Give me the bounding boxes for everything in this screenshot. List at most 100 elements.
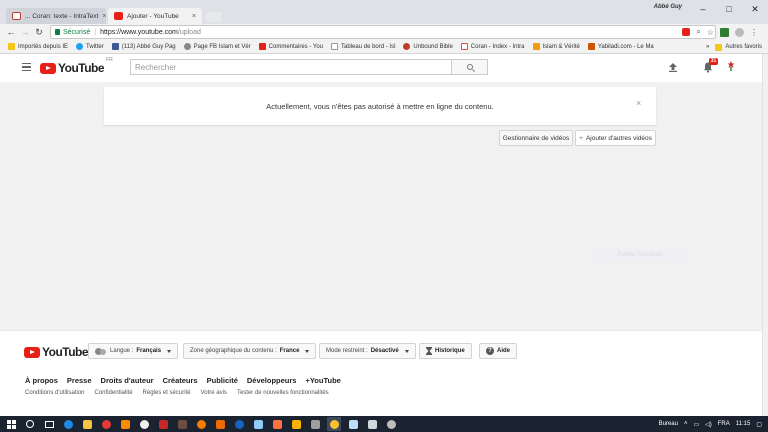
google-icon <box>183 43 191 50</box>
tab-coran[interactable]: ... Coran: texte - IntraText × <box>6 8 106 24</box>
language-indicator[interactable]: FRA <box>718 421 730 427</box>
extension-gray-icon[interactable] <box>735 27 744 37</box>
search-button[interactable] <box>452 59 488 75</box>
footer-link-developers[interactable]: Développeurs <box>247 376 297 385</box>
bookmark-item[interactable]: Commentaires - You <box>258 43 323 50</box>
footer-link-feedback[interactable]: Votre avis <box>201 390 227 396</box>
app-icon[interactable] <box>137 417 151 431</box>
search-input[interactable]: Rechercher <box>130 59 452 75</box>
chevron-down-icon <box>167 349 172 353</box>
help-button[interactable]: ? Aide <box>479 343 518 359</box>
tab-youtube-upload[interactable]: Ajouter - YouTube × <box>108 8 202 24</box>
new-tab-button[interactable] <box>206 12 222 22</box>
chrome-icon[interactable] <box>327 417 341 431</box>
guide-menu-icon[interactable] <box>22 63 31 71</box>
footer-secondary-links: Conditions d'utilisation Confidentialité… <box>25 390 329 396</box>
app-icon[interactable] <box>118 417 132 431</box>
windows-start-icon[interactable] <box>4 417 18 431</box>
content-region-picker-button[interactable]: Zone géographique du contenu : France <box>183 343 317 359</box>
secure-indicator[interactable]: Sécurisé <box>55 29 90 36</box>
desktop-label[interactable]: Bureau <box>659 421 678 427</box>
footer-link-advertise[interactable]: Publicité <box>207 376 238 385</box>
address-bar[interactable]: Sécurisé | https://www.youtube.com /uplo… <box>50 25 716 39</box>
app-icon[interactable] <box>156 417 170 431</box>
restricted-mode-button[interactable]: Mode restreint : Désactivé <box>319 343 416 359</box>
app-icon[interactable] <box>289 417 303 431</box>
bookmark-item[interactable]: Page FB Islam et Vér <box>183 43 251 50</box>
close-icon[interactable]: × <box>192 13 196 20</box>
chevron-up-icon[interactable]: ˄ <box>684 421 688 427</box>
footer-link-privacy[interactable]: Confidentialité <box>95 390 133 396</box>
video-manager-label: Gestionnaire de vidéos <box>502 134 570 142</box>
footer-link-about[interactable]: À propos <box>25 376 58 385</box>
bookmark-item[interactable]: Unbound Bible <box>403 43 453 50</box>
footer-primary-links: À propos Presse Droits d'auteur Créateur… <box>25 376 341 385</box>
app-icon[interactable] <box>194 417 208 431</box>
task-view-icon[interactable] <box>42 417 56 431</box>
app-icon[interactable] <box>346 417 360 431</box>
volume-icon[interactable]: ◁) <box>705 421 712 428</box>
upload-icon[interactable] <box>668 62 678 72</box>
alert-message: Actuellement, vous n'êtes pas autorisé à… <box>266 101 494 111</box>
app-icon[interactable] <box>232 417 246 431</box>
minimize-icon[interactable]: – <box>690 2 716 16</box>
bookmark-label: Importés depuis IE <box>18 43 69 50</box>
clock[interactable]: 11:15 <box>736 421 751 427</box>
back-icon[interactable]: ← <box>4 27 18 37</box>
history-button[interactable]: Historique <box>419 343 472 359</box>
bookmark-item[interactable]: Islam & Vérité <box>532 43 580 50</box>
bookmark-item[interactable]: Twitter <box>76 43 104 50</box>
bookmark-label: Autres favoris <box>725 44 762 50</box>
close-icon[interactable]: × <box>102 13 106 20</box>
app-icon[interactable] <box>308 417 322 431</box>
video-manager-button[interactable]: Gestionnaire de vidéos <box>499 130 573 146</box>
search-icon[interactable] <box>23 417 37 431</box>
help-label: Aide <box>497 348 511 354</box>
footer-youtube-logo[interactable]: YouTube <box>24 345 89 359</box>
bookmark-item[interactable]: Coran - Index - Intra <box>460 43 525 50</box>
language-icon <box>95 347 107 355</box>
footer-link-test-features[interactable]: Tester de nouvelles fonctionnalités <box>237 390 329 396</box>
user-avatar-icon <box>727 61 735 71</box>
add-more-videos-button[interactable]: + Ajouter d'autres vidéos <box>575 130 656 146</box>
footer-link-policy-safety[interactable]: Règles et sécurité <box>143 390 191 396</box>
app-icon[interactable] <box>213 417 227 431</box>
language-picker-button[interactable]: Langue : Français <box>88 343 179 359</box>
network-icon[interactable]: ▭ <box>693 421 699 428</box>
footer-link-creators[interactable]: Créateurs <box>163 376 198 385</box>
footer-link-press[interactable]: Presse <box>67 376 92 385</box>
profile-name[interactable]: Abbé Guy <box>654 4 682 10</box>
app-icon[interactable] <box>175 417 189 431</box>
app-icon[interactable] <box>384 417 398 431</box>
bookmarks-overflow-button[interactable]: » <box>706 44 709 50</box>
extension-green-icon[interactable] <box>720 27 729 37</box>
youtube-logo[interactable]: YouTube FR <box>40 57 113 75</box>
extension-icon[interactable] <box>682 28 691 36</box>
app-icon[interactable] <box>251 417 265 431</box>
bookmark-item[interactable]: Yabiladi.com - Le Ma <box>587 43 654 50</box>
menu-icon[interactable]: ⋮ <box>750 28 758 37</box>
reload-icon[interactable]: ↻ <box>32 27 46 38</box>
zoom-icon[interactable]: ⌕ <box>696 27 700 37</box>
app-icon[interactable] <box>365 417 379 431</box>
close-window-icon[interactable]: ✕ <box>742 2 768 16</box>
footer-link-copyright[interactable]: Droits d'auteur <box>101 376 154 385</box>
bookmark-item[interactable]: Importés depuis IE <box>8 43 68 50</box>
forward-icon[interactable]: → <box>18 27 32 37</box>
footer-link-plus-youtube[interactable]: +YouTube <box>305 376 340 385</box>
intratext-favicon-icon <box>12 12 21 20</box>
notifications-icon[interactable]: ▢ <box>756 421 762 428</box>
file-explorer-icon[interactable] <box>80 417 94 431</box>
avatar[interactable] <box>725 60 737 72</box>
alert-close-icon[interactable]: × <box>636 98 641 108</box>
maximize-icon[interactable]: □ <box>716 2 742 16</box>
bookmark-item[interactable]: (113) Abbé Guy Pag <box>111 43 176 50</box>
app-icon[interactable] <box>270 417 284 431</box>
scrollbar[interactable] <box>762 54 768 416</box>
bookmark-star-icon[interactable]: ☆ <box>707 28 714 37</box>
app-icon[interactable] <box>99 417 113 431</box>
edge-icon[interactable] <box>61 417 75 431</box>
footer-link-terms[interactable]: Conditions d'utilisation <box>25 390 85 396</box>
other-bookmarks[interactable]: Autres favoris <box>715 43 762 51</box>
bookmark-item[interactable]: Tableau de bord - Isl <box>331 43 395 50</box>
